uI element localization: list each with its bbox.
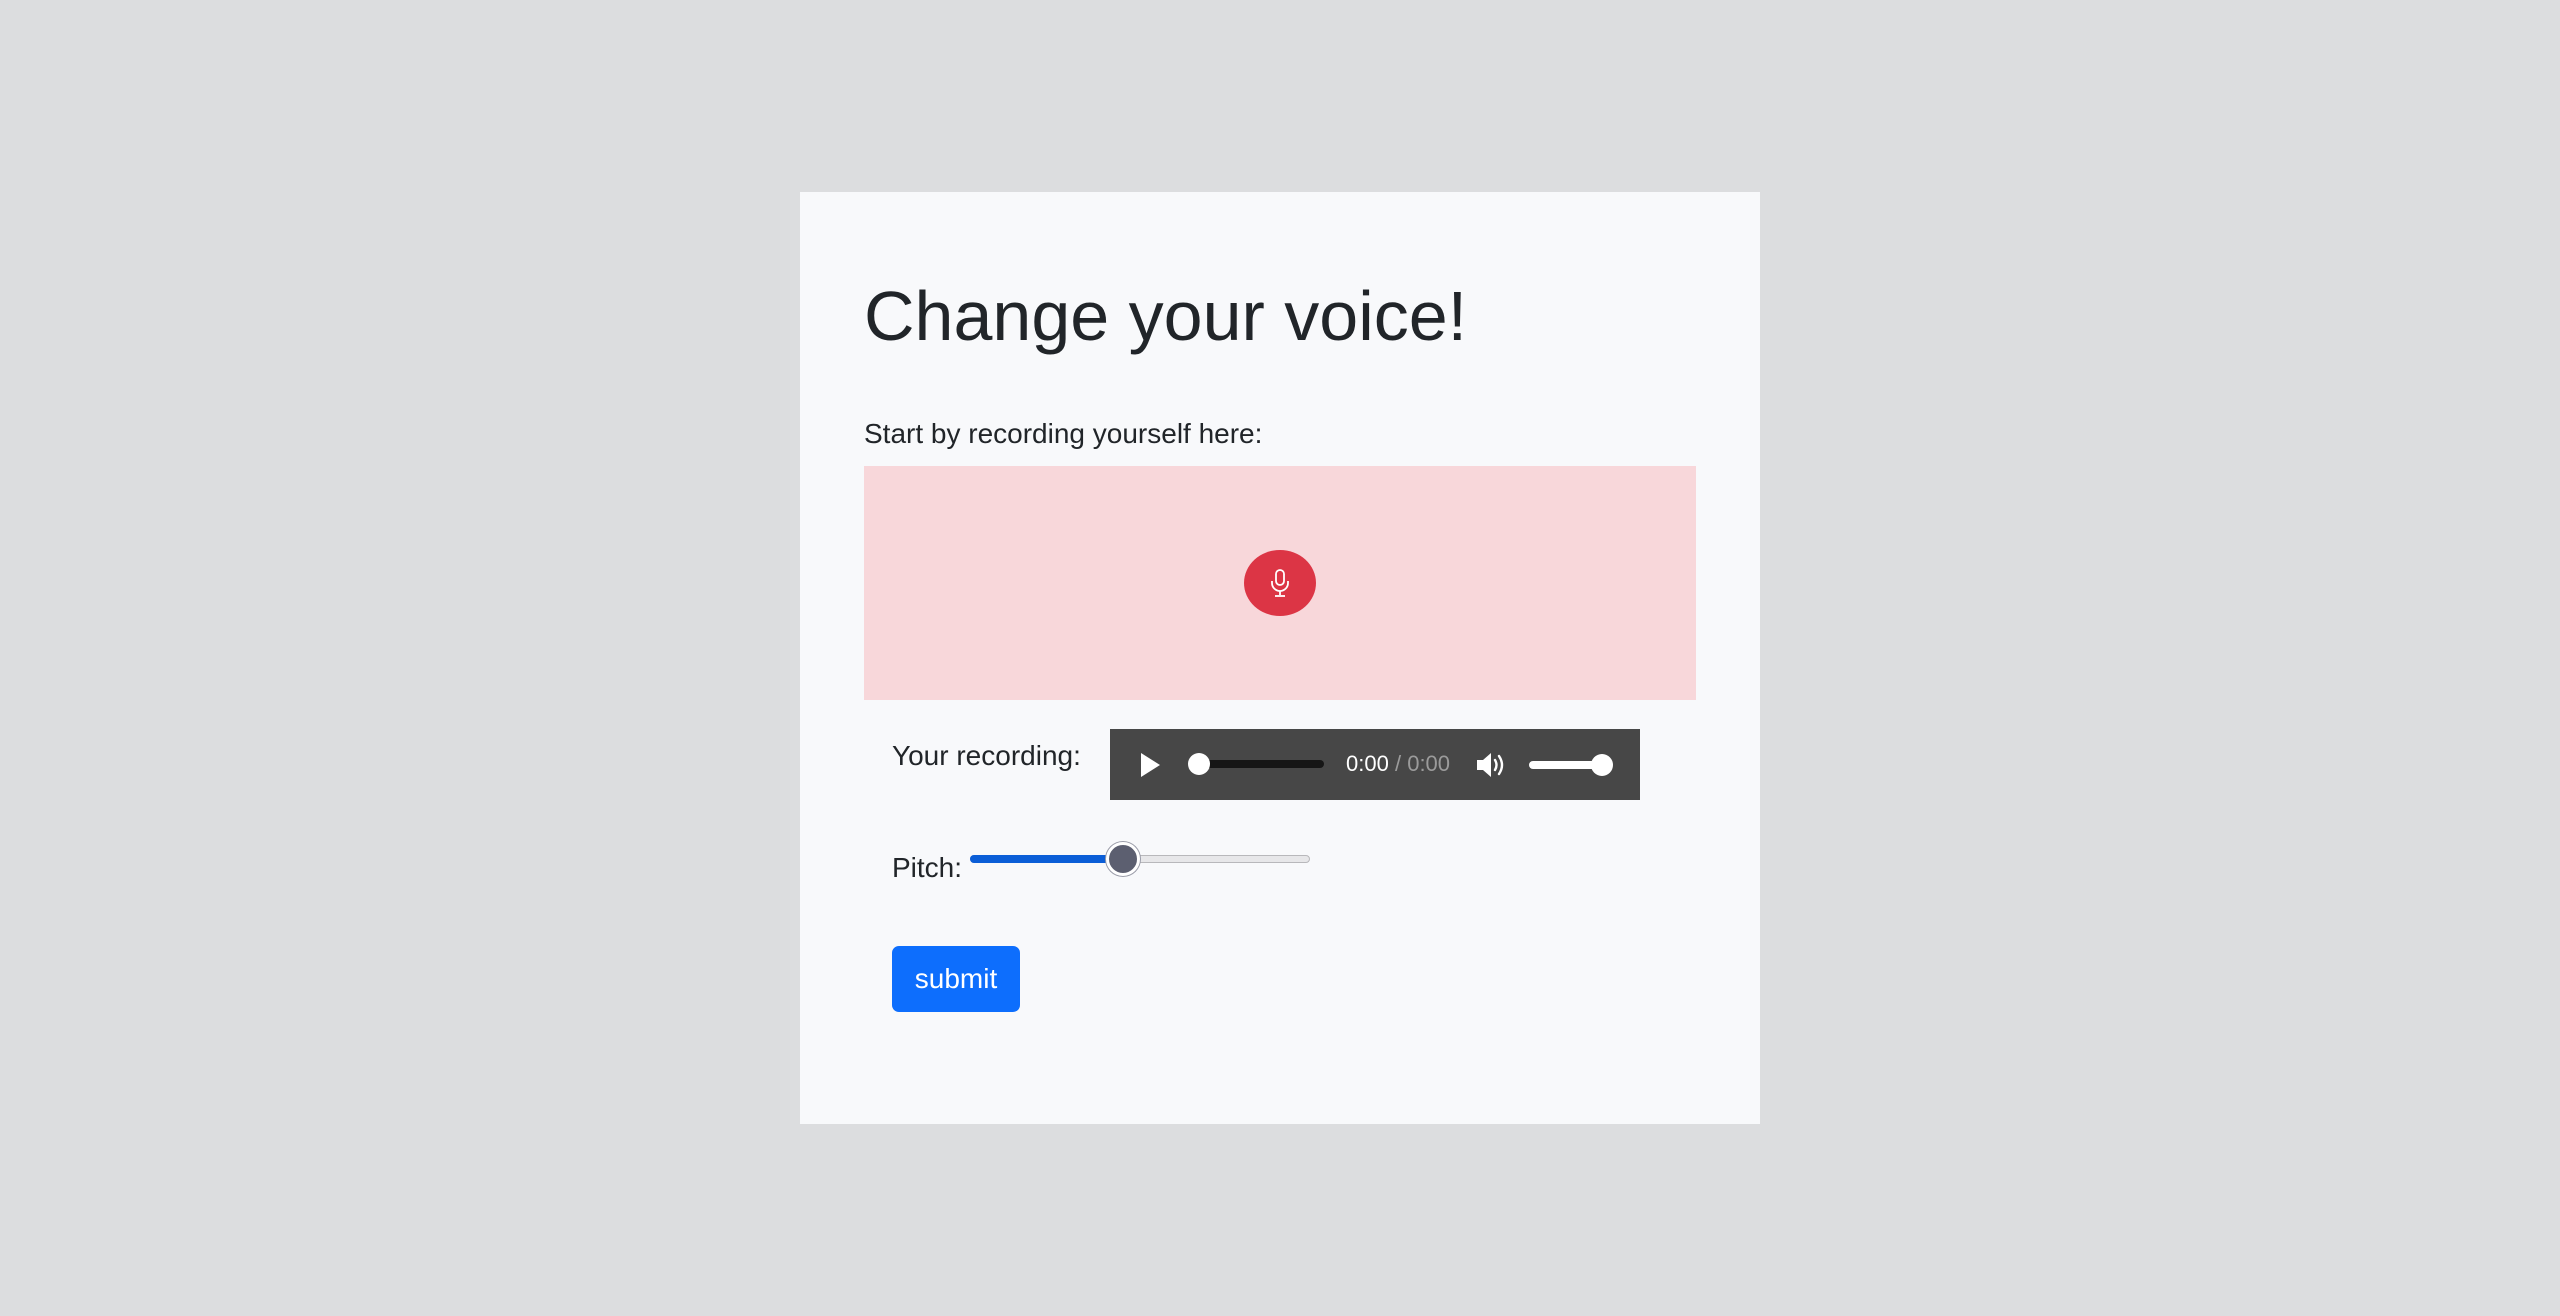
pitch-slider-fill xyxy=(970,855,1123,863)
duration-time: 0:00 xyxy=(1407,751,1451,776)
page-title: Change your voice! xyxy=(864,277,1468,355)
recorder-panel xyxy=(864,466,1696,700)
record-button[interactable] xyxy=(1244,550,1316,616)
volume-slider-thumb[interactable] xyxy=(1591,754,1613,776)
pitch-label: Pitch: xyxy=(892,852,963,883)
mute-button[interactable] xyxy=(1474,749,1508,781)
volume-slider[interactable] xyxy=(1529,754,1613,776)
play-icon xyxy=(1141,753,1160,777)
volume-icon xyxy=(1477,753,1504,777)
current-time: 0:00 xyxy=(1346,751,1389,776)
playback-progress-bar[interactable] xyxy=(1188,753,1324,775)
voice-changer-card: Change your voice! Start by recording yo… xyxy=(800,192,1760,1124)
pitch-slider-thumb[interactable] xyxy=(1106,842,1140,876)
microphone-icon xyxy=(1271,569,1289,597)
record-instructions: Start by recording yourself here: xyxy=(864,418,1263,449)
audio-player: 0:00 / 0:00 xyxy=(1110,729,1640,800)
submit-button[interactable]: submit xyxy=(892,946,1020,1012)
recording-label: Your recording: xyxy=(892,740,1081,771)
playback-progress-thumb[interactable] xyxy=(1188,753,1210,775)
play-button[interactable] xyxy=(1134,749,1166,781)
time-separator: / xyxy=(1394,751,1402,776)
pitch-slider[interactable] xyxy=(970,842,1310,876)
playback-time: 0:00 / 0:00 xyxy=(1346,751,1450,777)
